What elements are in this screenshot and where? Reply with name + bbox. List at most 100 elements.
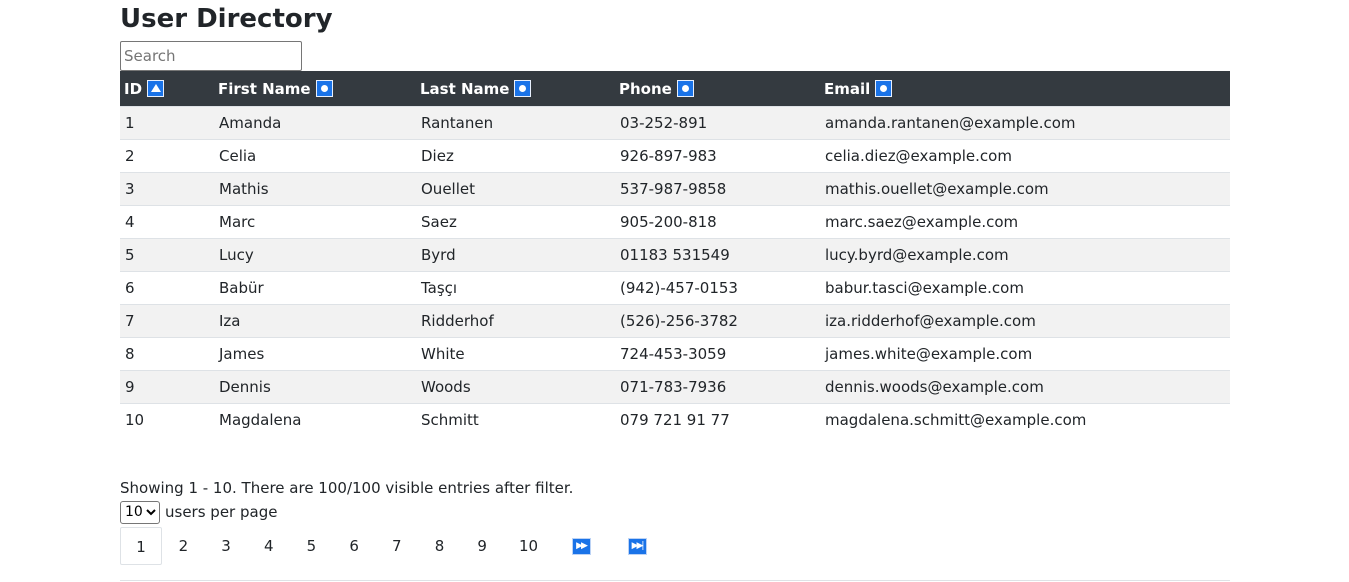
cell-id: 4 bbox=[120, 205, 214, 239]
cell-phone: 01183 531549 bbox=[615, 238, 820, 272]
cell-first-name: Babür bbox=[214, 271, 416, 305]
column-header-id: ID bbox=[120, 71, 214, 107]
sort-neutral-icon[interactable] bbox=[676, 79, 694, 97]
page: User Directory ID First Name Last Name P… bbox=[0, 0, 1349, 582]
cell-email: james.white@example.com bbox=[820, 337, 1230, 371]
cell-last-name: Ouellet bbox=[416, 172, 615, 206]
table-row: 10 Magdalena Schmitt 079 721 91 77 magda… bbox=[120, 403, 1230, 436]
table-row: 4 Marc Saez 905-200-818 marc.saez@exampl… bbox=[120, 205, 1230, 239]
cell-phone: 079 721 91 77 bbox=[615, 403, 820, 436]
cell-first-name: Lucy bbox=[214, 238, 416, 272]
table-body: 1 Amanda Rantanen 03-252-891 amanda.rant… bbox=[120, 106, 1230, 436]
cell-email: magdalena.schmitt@example.com bbox=[820, 403, 1230, 436]
cell-first-name: Iza bbox=[214, 304, 416, 338]
cell-email: mathis.ouellet@example.com bbox=[820, 172, 1230, 206]
page-link-9[interactable]: 9 bbox=[461, 527, 504, 565]
cell-email: celia.diez@example.com bbox=[820, 139, 1230, 173]
cell-phone: 905-200-818 bbox=[615, 205, 820, 239]
cell-email: babur.tasci@example.com bbox=[820, 271, 1230, 305]
cell-last-name: Ridderhof bbox=[416, 304, 615, 338]
table-header: ID First Name Last Name Phone Email bbox=[120, 71, 1230, 107]
fast-forward-icon[interactable]: ▶▶ bbox=[571, 537, 591, 555]
column-header-email: Email bbox=[820, 71, 1230, 107]
table-row: 8 James White 724-453-3059 james.white@e… bbox=[120, 337, 1230, 371]
page-link-6[interactable]: 6 bbox=[333, 527, 376, 565]
cell-id: 7 bbox=[120, 304, 214, 338]
column-header-label: Phone bbox=[619, 79, 672, 98]
page-link-7[interactable]: 7 bbox=[375, 527, 418, 565]
column-header-label: Last Name bbox=[420, 79, 510, 98]
cell-first-name: Amanda bbox=[214, 106, 416, 140]
column-header-label: First Name bbox=[218, 79, 311, 98]
table-row: 2 Celia Diez 926-897-983 celia.diez@exam… bbox=[120, 139, 1230, 173]
cell-last-name: Byrd bbox=[416, 238, 615, 272]
cell-id: 6 bbox=[120, 271, 214, 305]
per-page-select[interactable]: 10 bbox=[120, 500, 160, 524]
search-input[interactable] bbox=[120, 41, 302, 71]
cell-email: iza.ridderhof@example.com bbox=[820, 304, 1230, 338]
table-row: 7 Iza Ridderhof (526)-256-3782 iza.ridde… bbox=[120, 304, 1230, 338]
sort-neutral-icon[interactable] bbox=[514, 79, 532, 97]
table-header-row: ID First Name Last Name Phone Email bbox=[120, 71, 1230, 107]
cell-id: 8 bbox=[120, 337, 214, 371]
cell-email: dennis.woods@example.com bbox=[820, 370, 1230, 404]
cell-first-name: Dennis bbox=[214, 370, 416, 404]
column-header-last-name: Last Name bbox=[416, 71, 615, 107]
cell-id: 1 bbox=[120, 106, 214, 140]
cell-email: marc.saez@example.com bbox=[820, 205, 1230, 239]
cell-first-name: Mathis bbox=[214, 172, 416, 206]
cell-phone: 724-453-3059 bbox=[615, 337, 820, 371]
page-link-10[interactable]: 10 bbox=[504, 527, 554, 565]
page-link-4[interactable]: 4 bbox=[247, 527, 290, 565]
cell-id: 2 bbox=[120, 139, 214, 173]
cell-phone: 926-897-983 bbox=[615, 139, 820, 173]
cell-id: 9 bbox=[120, 370, 214, 404]
cell-id: 3 bbox=[120, 172, 214, 206]
main-container: User Directory ID First Name Last Name P… bbox=[120, 0, 1230, 436]
cell-id: 5 bbox=[120, 238, 214, 272]
cell-phone: (526)-256-3782 bbox=[615, 304, 820, 338]
table-row: 3 Mathis Ouellet 537-987-9858 mathis.oue… bbox=[120, 172, 1230, 206]
page-link-1[interactable]: 1 bbox=[120, 527, 162, 565]
cell-last-name: Taşçı bbox=[416, 271, 615, 305]
cell-phone: (942)-457-0153 bbox=[615, 271, 820, 305]
column-header-phone: Phone bbox=[615, 71, 820, 107]
user-table: ID First Name Last Name Phone Email 1 Am… bbox=[120, 71, 1230, 436]
sort-ascending-icon[interactable] bbox=[147, 79, 165, 97]
sort-neutral-icon[interactable] bbox=[315, 79, 333, 97]
cell-last-name: White bbox=[416, 337, 615, 371]
table-row: 6 Babür Taşçı (942)-457-0153 babur.tasci… bbox=[120, 271, 1230, 305]
cell-first-name: James bbox=[214, 337, 416, 371]
cell-last-name: Saez bbox=[416, 205, 615, 239]
cell-last-name: Rantanen bbox=[416, 106, 615, 140]
cell-last-name: Schmitt bbox=[416, 403, 615, 436]
column-header-label: Email bbox=[824, 79, 871, 98]
cell-phone: 03-252-891 bbox=[615, 106, 820, 140]
cell-first-name: Magdalena bbox=[214, 403, 416, 436]
cell-last-name: Diez bbox=[416, 139, 615, 173]
table-row: 9 Dennis Woods 071-783-7936 dennis.woods… bbox=[120, 370, 1230, 404]
cell-id: 10 bbox=[120, 403, 214, 436]
table-row: 5 Lucy Byrd 01183 531549 lucy.byrd@examp… bbox=[120, 238, 1230, 272]
pagination: 1 2 3 4 5 6 7 8 9 10 ▶▶ ▶▶| bbox=[120, 526, 647, 566]
cell-first-name: Marc bbox=[214, 205, 416, 239]
page-title: User Directory bbox=[120, 4, 333, 34]
cell-phone: 537-987-9858 bbox=[615, 172, 820, 206]
table-row: 1 Amanda Rantanen 03-252-891 amanda.rant… bbox=[120, 106, 1230, 140]
divider bbox=[120, 580, 1230, 581]
cell-email: lucy.byrd@example.com bbox=[820, 238, 1230, 272]
cell-phone: 071-783-7936 bbox=[615, 370, 820, 404]
sort-neutral-icon[interactable] bbox=[875, 79, 893, 97]
page-link-3[interactable]: 3 bbox=[205, 527, 248, 565]
cell-email: amanda.rantanen@example.com bbox=[820, 106, 1230, 140]
cell-last-name: Woods bbox=[416, 370, 615, 404]
column-header-label: ID bbox=[124, 79, 143, 98]
entries-status-text: Showing 1 - 10. There are 100/100 visibl… bbox=[120, 479, 574, 497]
skip-to-end-icon[interactable]: ▶▶| bbox=[627, 537, 647, 555]
page-link-2[interactable]: 2 bbox=[162, 527, 205, 565]
page-link-5[interactable]: 5 bbox=[290, 527, 333, 565]
page-link-8[interactable]: 8 bbox=[418, 527, 461, 565]
cell-first-name: Celia bbox=[214, 139, 416, 173]
per-page-label: users per page bbox=[165, 503, 278, 521]
per-page-control: 10 users per page bbox=[120, 500, 277, 524]
